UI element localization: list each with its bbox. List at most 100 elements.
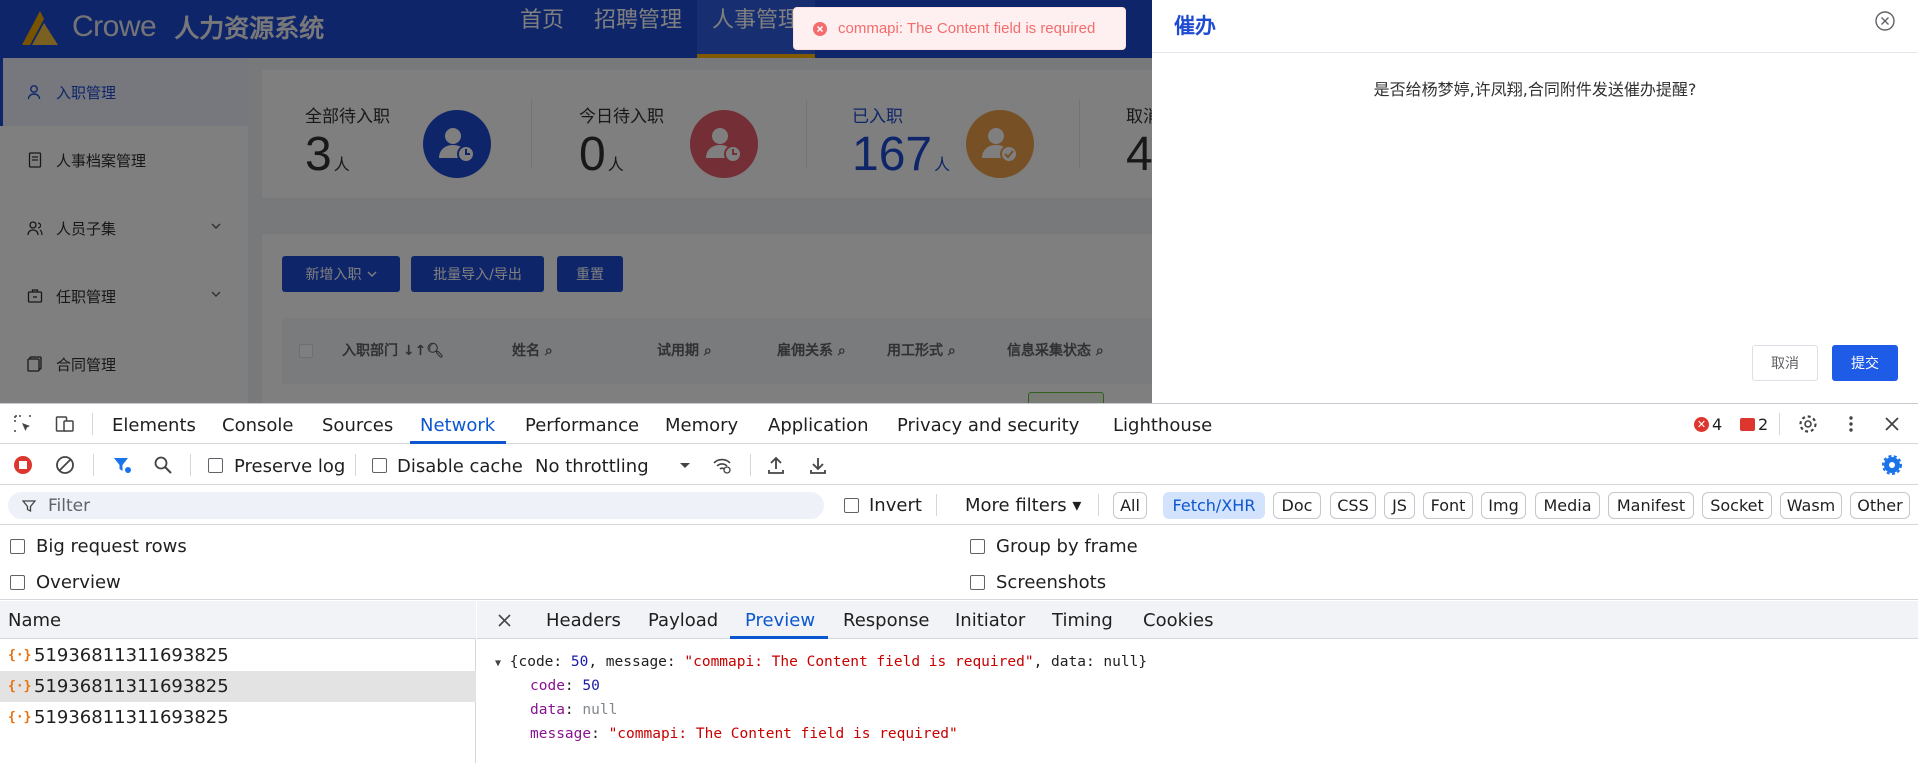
divider [190,454,191,476]
divider [1098,494,1099,516]
preserve-log-label: Preserve log [234,456,346,477]
tab-response[interactable]: Response [843,610,929,631]
error-icon [813,21,827,36]
record-stop-icon[interactable] [13,455,33,475]
column-title: Name [8,610,62,631]
filter-chip-all[interactable]: All [1113,492,1147,519]
xhr-icon: {·} [8,710,32,725]
filter-chip-fetch-xhr[interactable]: Fetch/XHR [1163,492,1265,519]
overview-label: Overview [36,572,121,593]
request-row[interactable]: {·} 51936811311693825 [0,640,476,671]
tab-lighthouse[interactable]: Lighthouse [1113,415,1212,436]
big-request-rows-checkbox[interactable] [10,539,25,554]
filter-placeholder: Filter [48,496,91,516]
filter-chip-css[interactable]: CSS [1330,492,1376,519]
divider [1152,52,1918,53]
tab-memory[interactable]: Memory [665,415,738,436]
submit-button[interactable]: 提交 [1832,345,1898,381]
filter-chip-doc[interactable]: Doc [1273,492,1321,519]
close-details-icon[interactable] [497,613,512,628]
dropdown-arrow-icon[interactable] [675,455,695,475]
request-row[interactable]: {·} 51936811311693825 [0,702,476,733]
tab-elements[interactable]: Elements [112,415,196,436]
overview-checkbox[interactable] [10,575,25,590]
cancel-button[interactable]: 取消 [1752,345,1818,381]
network-options: Big request rows Group by frame Overview… [0,526,1918,600]
filter-chip-manifest[interactable]: Manifest [1608,492,1694,519]
tab-initiator[interactable]: Initiator [955,610,1025,631]
filter-chip-js[interactable]: JS [1384,492,1415,519]
invert-checkbox[interactable] [844,498,859,513]
error-icon: ✕ [1694,417,1709,432]
group-by-frame-checkbox[interactable] [970,539,985,554]
filter-chip-other[interactable]: Other [1850,492,1910,519]
network-conditions-icon[interactable] [712,455,732,475]
active-tab-indicator [410,441,506,444]
filter-input[interactable]: Filter [8,492,824,519]
request-name: 51936811311693825 [34,707,229,728]
inspect-element-icon[interactable] [13,414,33,434]
filter-chip-font[interactable]: Font [1423,492,1473,519]
tab-console[interactable]: Console [222,415,293,436]
divider [355,454,356,476]
network-toolbar: Preserve log Disable cache No throttling [0,445,1918,485]
clear-icon[interactable] [55,455,75,475]
import-har-icon[interactable] [766,455,786,475]
json-summary-row[interactable]: ▼ {code: 50, message: "commapi: The Cont… [495,654,1147,670]
more-options-icon[interactable] [1841,414,1861,434]
xhr-icon: {·} [8,648,32,663]
group-by-frame-label: Group by frame [996,536,1138,557]
json-text: {code: [509,654,571,670]
tab-timing[interactable]: Timing [1052,610,1113,631]
devtools-panel: Elements Console Sources Network Perform… [0,403,1918,763]
big-request-rows-label: Big request rows [36,536,187,557]
details-tabbar: Headers Payload Preview Response Initiat… [477,601,1918,639]
screenshots-label: Screenshots [996,572,1107,593]
tab-cookies[interactable]: Cookies [1143,610,1213,631]
filter-chip-wasm[interactable]: Wasm [1780,492,1842,519]
filter-chip-media[interactable]: Media [1535,492,1600,519]
request-details: Headers Payload Preview Response Initiat… [477,601,1918,763]
toast-message: commapi: The Content field is required [838,20,1096,37]
tab-application[interactable]: Application [768,415,869,436]
request-row[interactable]: {·} 51936811311693825 [0,671,476,702]
error-count-badge[interactable]: ✕ 4 [1694,415,1722,434]
tab-payload[interactable]: Payload [648,610,718,631]
preserve-log-checkbox[interactable] [208,458,223,473]
close-devtools-icon[interactable] [1882,414,1902,434]
error-toast: commapi: The Content field is required [793,7,1126,50]
json-text: , message: [588,654,685,670]
close-icon[interactable] [1874,10,1896,32]
json-text: , data: null} [1033,654,1148,670]
more-filters-dropdown[interactable]: More filters ▾ [965,495,1081,516]
tab-privacy-security[interactable]: Privacy and security [897,415,1079,436]
tab-network[interactable]: Network [420,415,495,436]
filter-chip-socket[interactable]: Socket [1702,492,1772,519]
filter-icon[interactable] [112,455,132,475]
hr-app: Crowe 人力资源系统 首页 招聘管理 人事管理 官 入职管理 人事档案管理 … [0,0,1918,403]
network-settings-icon[interactable] [1882,455,1902,475]
tab-headers[interactable]: Headers [546,610,621,631]
json-property-code: code: 50 [530,678,600,694]
tab-sources[interactable]: Sources [322,415,393,436]
filter-chip-img[interactable]: Img [1481,492,1526,519]
disable-cache-checkbox[interactable] [372,458,387,473]
tab-preview[interactable]: Preview [745,610,815,631]
reminder-drawer: 催办 是否给杨梦婷,许凤翔,合同附件发送催办提醒? 取消 提交 [1152,0,1918,403]
export-har-icon[interactable] [808,455,828,475]
divider [93,454,94,476]
active-tab-indicator [730,636,828,639]
settings-gear-icon[interactable] [1798,414,1818,434]
search-icon[interactable] [153,455,173,475]
tab-performance[interactable]: Performance [525,415,639,436]
json-property-message: message: "commapi: The Content field is … [530,726,958,742]
xhr-icon: {·} [8,679,32,694]
issues-count-badge[interactable]: 2 [1740,415,1768,434]
screenshots-checkbox[interactable] [970,575,985,590]
json-property-data: data: null [530,702,618,718]
throttling-select[interactable]: No throttling [535,456,649,477]
expand-triangle-icon: ▼ [495,658,502,669]
device-toolbar-icon[interactable] [55,414,75,434]
name-column-header[interactable]: Name [0,601,476,639]
request-name: 51936811311693825 [34,645,229,666]
